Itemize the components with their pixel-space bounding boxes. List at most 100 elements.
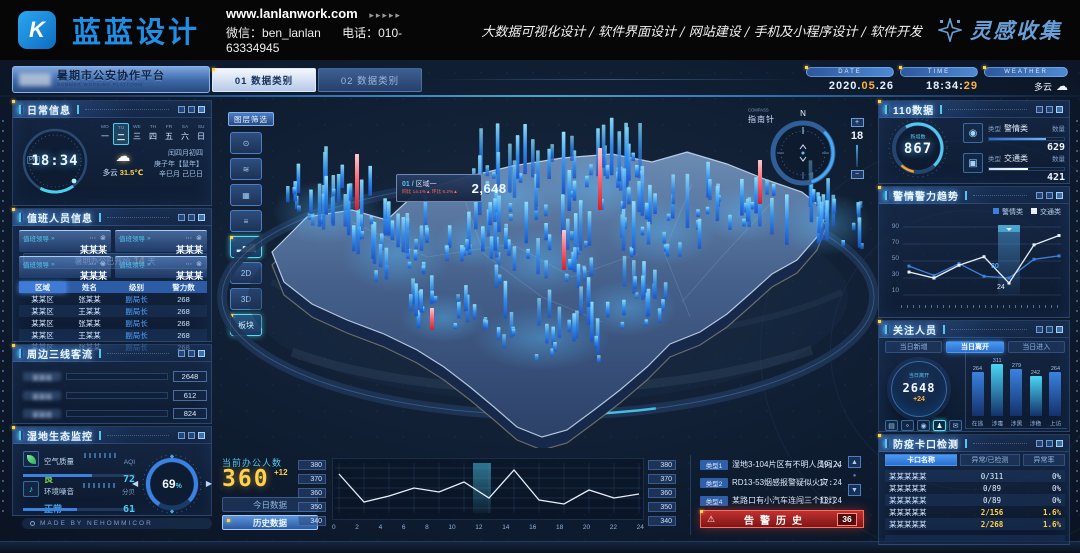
panel-pin-icon[interactable] xyxy=(188,350,195,357)
promo-banner: K 蓝蓝设计 www.lanlanwork.com ▸▸▸▸▸ 微信：ben_l… xyxy=(0,0,1080,60)
panel-minimize-icon[interactable] xyxy=(1036,440,1043,447)
panel-pin-icon[interactable] xyxy=(1046,192,1053,199)
x-tick: 0 xyxy=(332,524,336,531)
tooltip-value: 2,648 xyxy=(472,181,507,196)
panel-pin-icon[interactable] xyxy=(188,106,195,113)
header-rate[interactable]: 异常率 xyxy=(1023,454,1065,466)
tab-new-today[interactable]: 当日新增 xyxy=(885,341,942,353)
flow-bar-row: 某某线 824 xyxy=(23,408,207,418)
card-action-icons[interactable]: ⋯ ⊗ xyxy=(89,234,107,242)
arrow-icon: » xyxy=(147,235,151,242)
compass-north: N xyxy=(800,109,806,118)
panel-pin-icon[interactable] xyxy=(188,432,195,439)
traffic-type-row: ▣ 类型交通类数量 421 xyxy=(963,153,1065,183)
panel-pin-icon[interactable] xyxy=(1046,440,1053,447)
weekday: FR五 xyxy=(161,123,177,145)
gauge-right-arrow[interactable]: ▶ xyxy=(206,479,212,488)
temperature: 31.5℃ xyxy=(120,168,144,177)
trend-chart xyxy=(901,219,1065,303)
zoom-slider[interactable] xyxy=(856,145,858,167)
legend-traffic[interactable]: 交通类 xyxy=(1031,207,1061,217)
y-axis-pill: 350 xyxy=(648,502,676,512)
x-tick: 2 xyxy=(355,524,359,531)
header-name[interactable]: 卡口名称 xyxy=(885,454,957,466)
right-edge-ruler xyxy=(1076,120,1078,520)
zoom-level: 18 xyxy=(851,130,863,142)
line-label: 某某线 xyxy=(23,391,61,400)
panel-expand-icon[interactable] xyxy=(1056,192,1063,199)
panel-pin-icon[interactable] xyxy=(1046,106,1053,113)
duty-card[interactable]: 值班领导»⋯ ⊗某某某 xyxy=(115,256,207,278)
y-tick: 70 xyxy=(885,239,899,246)
y-tick: 50 xyxy=(885,255,899,262)
office-count-delta: +12 xyxy=(274,468,288,477)
panel-minimize-icon[interactable] xyxy=(178,350,185,357)
topbar-rail xyxy=(432,79,797,80)
cloud-icon: ☁ xyxy=(1056,79,1068,93)
focus-count-circle: 当日离开 2648 +24 xyxy=(891,361,947,417)
eco-gauge: 69% ◀ ▶ xyxy=(141,453,203,515)
website-url[interactable]: www.lanlanwork.com xyxy=(226,6,358,21)
alert-time: 17:24 xyxy=(818,478,842,487)
tab-data-category-2[interactable]: 02 数据类别 xyxy=(318,68,422,92)
zoom-out-button[interactable]: − xyxy=(851,170,864,179)
air-slider[interactable] xyxy=(23,474,135,477)
scroll-dot: ● xyxy=(853,473,857,479)
scroll-down-button[interactable]: ▼ xyxy=(848,484,861,496)
table-row: 某某区张某某副局长268 xyxy=(19,317,207,329)
alert-time: 13:24 xyxy=(818,496,842,505)
compass-dial: N xyxy=(764,108,842,190)
panel-expand-icon[interactable] xyxy=(1056,106,1063,113)
panel-minimize-icon[interactable] xyxy=(1036,326,1043,333)
message-icon[interactable]: ✉ xyxy=(949,420,962,431)
panel-expand-icon[interactable] xyxy=(198,432,205,439)
panel-duty-staff: 值班人员信息 值班领导»⋯ ⊗某某某 值班领导»⋯ ⊗某某某 值班领导»⋯ ⊗某… xyxy=(12,208,212,342)
focus-bar: 264上访 xyxy=(1049,365,1062,428)
key-icon[interactable]: ⚬ xyxy=(901,420,914,431)
tab-data-category-1[interactable]: 01 数据类别 xyxy=(212,68,316,92)
weekday-active: TU二 xyxy=(113,123,129,145)
duty-card[interactable]: 值班领导»⋯ ⊗某某某 xyxy=(115,230,207,252)
duty-card[interactable]: 值班领导»⋯ ⊗某某某 xyxy=(19,230,111,252)
panel-110-data: 110数据 新增数 867 ◉ 类型警情类数量 629 ▣ 类型交通类数量 xyxy=(878,100,1070,184)
person-icon[interactable]: ♟ xyxy=(933,420,946,431)
panel-expand-icon[interactable] xyxy=(1056,326,1063,333)
legend-alarm[interactable]: 警情类 xyxy=(993,207,1023,217)
panel-minimize-icon[interactable] xyxy=(178,432,185,439)
warning-icon: ⚠ xyxy=(707,514,715,525)
gauge-left-arrow[interactable]: ◀ xyxy=(132,479,138,488)
panel-expand-icon[interactable] xyxy=(198,214,205,221)
panel-expand-icon[interactable] xyxy=(198,106,205,113)
line-label: 某某线 xyxy=(23,409,61,418)
tab-label: 02 数据类别 xyxy=(341,73,399,87)
checkpoint-table: 某某某某某0/3110% 某某某某某0/890% 某某某某某0/890% 某某某… xyxy=(885,470,1065,530)
trend-legend: 警情类 交通类 xyxy=(993,207,1061,217)
eye-icon[interactable]: ◉ xyxy=(917,420,930,431)
duty-card[interactable]: 值班领导»⋯ ⊗某某某 xyxy=(19,256,111,278)
flow-value: 2648 xyxy=(173,371,207,382)
analog-clock: PM 18:34 xyxy=(21,127,89,195)
panel-expand-icon[interactable] xyxy=(1056,440,1063,447)
focus-bar: 242涉稳 xyxy=(1029,369,1042,428)
panel-expand-icon[interactable] xyxy=(198,350,205,357)
header-detected[interactable]: 异常/已检测 xyxy=(960,454,1020,466)
panel-minimize-icon[interactable] xyxy=(1036,192,1043,199)
panel-pin-icon[interactable] xyxy=(1046,326,1053,333)
trend-tooltip-traffic: 24 xyxy=(997,284,1005,291)
zoom-in-button[interactable]: + xyxy=(851,118,864,127)
y-axis-pill: 370 xyxy=(648,474,676,484)
alert-history-button[interactable]: ⚠ 告警历史 36 xyxy=(700,510,864,528)
card-action-icons[interactable]: ⋯ ⊗ xyxy=(89,260,107,268)
scroll-up-button[interactable]: ▲ xyxy=(848,456,861,468)
noise-slider[interactable] xyxy=(23,508,135,511)
card-action-icons[interactable]: ⋯ ⊗ xyxy=(185,260,203,268)
panel-pin-icon[interactable] xyxy=(188,214,195,221)
card-action-icons[interactable]: ⋯ ⊗ xyxy=(185,234,203,242)
y-axis-pill: 360 xyxy=(298,488,326,498)
panel-minimize-icon[interactable] xyxy=(178,214,185,221)
eco-gauge-value: 69% xyxy=(141,477,203,491)
panel-minimize-icon[interactable] xyxy=(1036,106,1043,113)
arrows-decor: ▸▸▸▸▸ xyxy=(369,10,402,20)
panel-minimize-icon[interactable] xyxy=(178,106,185,113)
vehicle-icon[interactable]: ▤ xyxy=(885,420,898,431)
